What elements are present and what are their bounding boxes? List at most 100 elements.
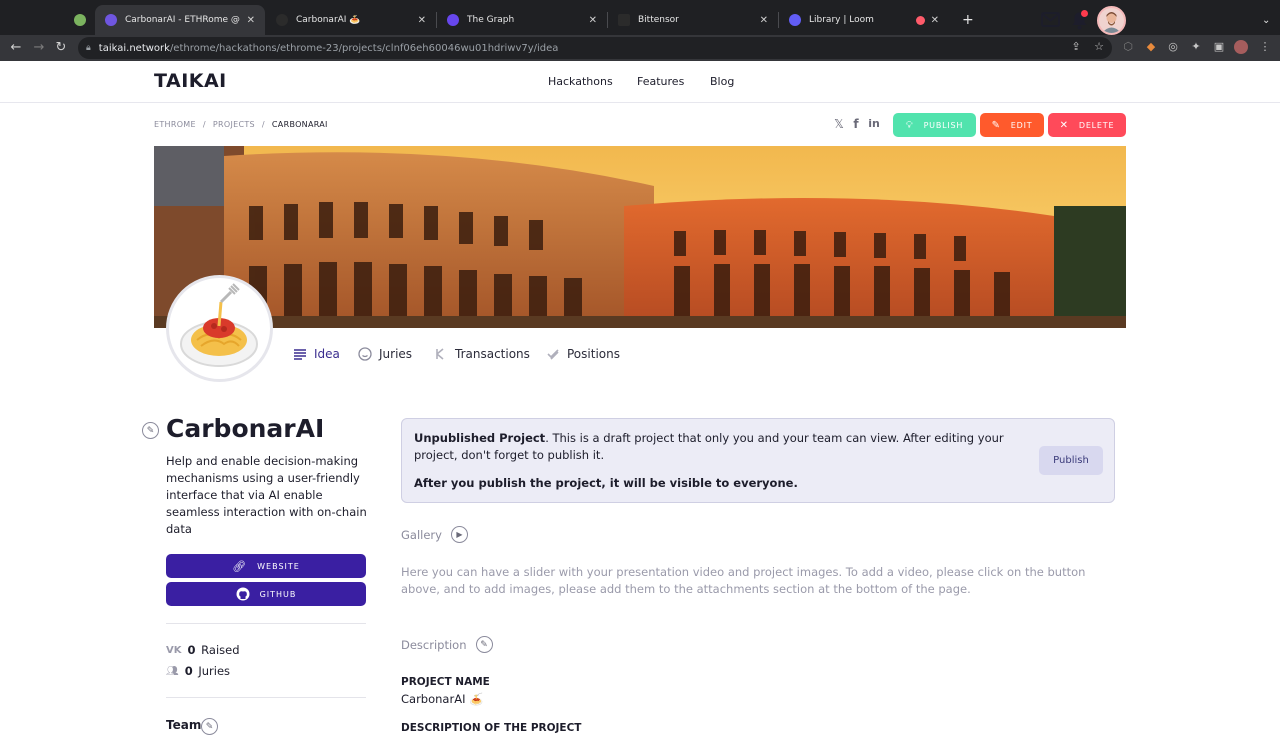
new-tab-button[interactable]: + <box>952 5 976 35</box>
project-name-heading: PROJECT NAME <box>401 676 490 688</box>
x-twitter-icon[interactable]: 𝕏 <box>832 116 846 132</box>
raised-label: Raised <box>201 643 240 657</box>
tab-idea[interactable]: Idea <box>293 347 340 361</box>
profile-avatar-icon[interactable] <box>1234 40 1248 54</box>
linkedin-icon[interactable]: in <box>867 116 881 132</box>
tab-title: The Graph <box>467 15 515 25</box>
loom-favicon-icon <box>789 14 801 26</box>
jury-face-icon <box>358 347 372 361</box>
juries-stat: 👥︎ 0 Juries <box>166 664 230 678</box>
edit-title-pencil-icon[interactable]: ✎ <box>142 422 159 439</box>
kudos-icon <box>436 348 444 360</box>
side-panel-icon[interactable]: ▣ <box>1212 40 1226 54</box>
bookmark-star-icon[interactable]: ☆ <box>1092 40 1106 54</box>
team-heading: Team <box>166 718 202 732</box>
github-icon <box>236 587 250 601</box>
spaghetti-icon <box>180 283 258 367</box>
delete-button-label: DELETE <box>1078 120 1115 130</box>
url-host: taikai.network <box>98 42 170 54</box>
facebook-icon[interactable]: f <box>849 116 863 132</box>
reload-icon[interactable]: ↻ <box>52 39 70 57</box>
edit-button-label: EDIT <box>1010 120 1033 130</box>
pencil-icon: ✎ <box>991 119 1001 131</box>
extension-icon[interactable]: ⬡ <box>1121 40 1135 54</box>
nav-features[interactable]: Features <box>637 75 684 88</box>
gallery-label: Gallery <box>401 527 442 542</box>
nav-blog[interactable]: Blog <box>710 75 734 88</box>
edit-description-pencil-icon[interactable]: ✎ <box>475 636 493 653</box>
recording-icon <box>915 15 925 25</box>
lines-icon <box>294 349 306 360</box>
breadcrumb-separator: / <box>261 120 265 129</box>
close-tab-icon[interactable]: ✕ <box>589 15 597 26</box>
forward-arrow-icon[interactable]: → <box>30 39 48 57</box>
url-path: /ethrome/hackathons/ethrome-23/projects/… <box>169 42 559 54</box>
video-camera-icon[interactable]: ▶ <box>450 526 468 543</box>
breadcrumb-separator: / <box>202 120 206 129</box>
github-button[interactable]: GITHUB <box>166 582 366 606</box>
project-name-value: CarbonarAI 🍝 <box>401 692 484 706</box>
check-icon <box>547 349 559 360</box>
tab-title: Bittensor <box>638 15 679 25</box>
browser-tab-loom[interactable]: Library | Loom ✕ <box>779 5 949 35</box>
close-tab-icon[interactable]: ✕ <box>247 15 255 26</box>
project-logo[interactable] <box>166 275 273 382</box>
tab-transactions[interactable]: Transactions <box>434 347 530 361</box>
notice-lead: Unpublished Project <box>414 431 546 445</box>
website-button[interactable]: 🔗︎ WEBSITE <box>166 554 366 578</box>
description-heading: Description ✎ <box>401 636 493 653</box>
tab-positions[interactable]: Positions <box>546 347 620 361</box>
project-description-heading: DESCRIPTION OF THE PROJECT <box>401 722 582 734</box>
unpublished-notice: Unpublished Project. This is a draft pro… <box>401 418 1115 503</box>
github-button-label: GITHUB <box>259 589 297 599</box>
graph-favicon-icon <box>447 14 459 26</box>
tab-favicon-icon <box>74 14 86 26</box>
kudos-icon: VK <box>166 644 182 656</box>
mail-icon[interactable] <box>1041 12 1060 27</box>
project-description: Help and enable decision-making mechanis… <box>166 454 367 536</box>
website-button-label: WEBSITE <box>257 561 300 571</box>
tab-search-chevron-icon[interactable]: ⌄ <box>1252 5 1272 35</box>
tab-transactions-label: Transactions <box>455 347 530 361</box>
colosseum-illustration <box>154 146 1126 328</box>
link-icon: 🔗︎ <box>232 559 248 573</box>
taikai-favicon-icon <box>105 14 117 26</box>
lightbulb-icon: 💡︎ <box>905 119 914 131</box>
breadcrumb-ethrome[interactable]: ETHROME <box>154 120 196 129</box>
browser-tab-pinned[interactable] <box>64 5 94 35</box>
notice-publish-button[interactable]: Publish <box>1039 446 1103 475</box>
taikai-logo[interactable]: TAIKAI <box>154 70 227 92</box>
close-tab-icon[interactable]: ✕ <box>931 15 939 26</box>
address-bar[interactable]: 🔒︎ taikai.network/ethrome/hackathons/eth… <box>78 37 1112 59</box>
description-label: Description <box>401 637 467 652</box>
notice-text: Unpublished Project. This is a draft pro… <box>414 430 1024 464</box>
browser-tab-taikai[interactable]: CarbonarAI - ETHRome @ TAIK ✕ <box>95 5 265 35</box>
edit-team-pencil-icon[interactable]: ✎ <box>201 718 218 735</box>
tab-title: CarbonarAI 🍝 <box>296 15 361 25</box>
back-arrow-icon[interactable]: ← <box>7 39 25 57</box>
metamask-icon[interactable]: ◆ <box>1144 40 1158 54</box>
browser-tab-carbonarai[interactable]: CarbonarAI 🍝 ✕ <box>266 5 436 35</box>
people-icon: 👥︎ <box>166 665 179 677</box>
close-icon: ✕ <box>1059 119 1069 131</box>
nav-hackathons[interactable]: Hackathons <box>548 75 613 88</box>
tab-favicon-icon <box>276 14 288 26</box>
close-tab-icon[interactable]: ✕ <box>418 15 426 26</box>
puzzle-extensions-icon[interactable]: ✦ <box>1189 40 1203 54</box>
delete-button[interactable]: ✕ DELETE <box>1048 113 1126 137</box>
breadcrumb-projects[interactable]: PROJECTS <box>213 120 255 129</box>
tab-juries[interactable]: Juries <box>358 347 412 361</box>
tab-title: Library | Loom <box>809 15 874 25</box>
share-icon[interactable]: ⇪ <box>1069 40 1083 54</box>
more-menu-icon[interactable]: ⋮ <box>1258 40 1272 54</box>
close-tab-icon[interactable]: ✕ <box>760 15 768 26</box>
extension-circle-icon[interactable]: ◎ <box>1166 40 1180 54</box>
project-banner-image <box>154 146 1126 328</box>
edit-button[interactable]: ✎ EDIT <box>980 113 1044 137</box>
publish-button[interactable]: 💡︎ PUBLISH <box>893 113 976 137</box>
user-avatar[interactable] <box>1097 6 1126 35</box>
site-header: TAIKAI Hackathons Features Blog <box>0 61 1280 103</box>
browser-toolbar: ← → ↻ 🔒︎ taikai.network/ethrome/hackatho… <box>0 35 1280 61</box>
browser-tab-the-graph[interactable]: The Graph ✕ <box>437 5 607 35</box>
browser-tab-bittensor[interactable]: Bittensor ✕ <box>608 5 778 35</box>
